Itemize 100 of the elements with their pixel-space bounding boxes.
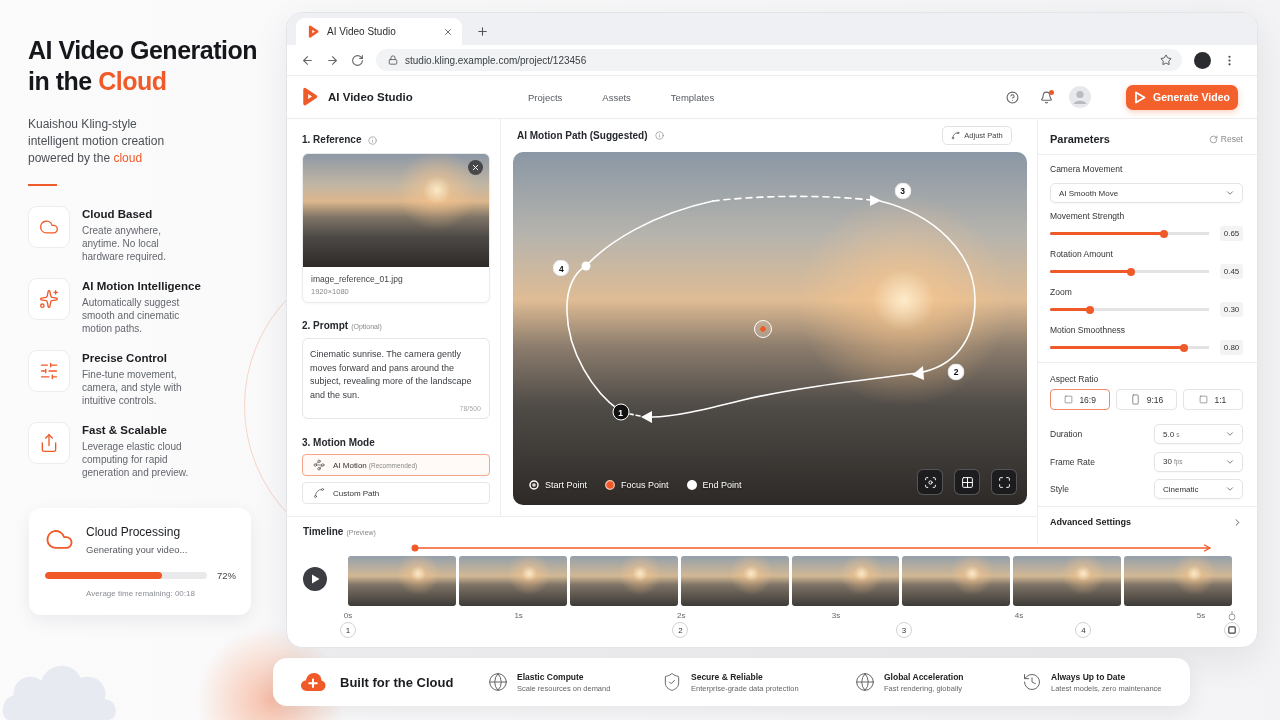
time-remaining: Average time remaining: 00:18	[85, 589, 196, 599]
legend-label: Start Point	[545, 480, 588, 490]
feature-title: Fast & Scalable	[82, 423, 168, 438]
legend-label: End Point	[702, 480, 742, 490]
focus-button[interactable]	[917, 469, 943, 495]
close-icon	[471, 163, 480, 172]
progress-percent: 72%	[217, 570, 236, 581]
slider-value: 0.80	[1220, 340, 1243, 355]
field-label: Rotation Amount	[1050, 249, 1114, 259]
remove-image-button[interactable]	[468, 160, 483, 175]
keyframe-marker[interactable]: 3	[896, 622, 913, 638]
field-label: Zoom	[1050, 287, 1073, 297]
sparkle-icon	[28, 278, 70, 320]
slider-thumb[interactable]	[1179, 343, 1188, 352]
field-label: Duration	[1050, 429, 1083, 439]
camera-movement-select[interactable]: AI Smooth Move	[1050, 183, 1243, 203]
motion-mode-option[interactable]: Custom Path	[302, 482, 490, 504]
field-label: Frame Rate	[1050, 456, 1095, 467]
chevron-down-icon	[1225, 429, 1235, 439]
field-label: Aspect Ratio	[1050, 374, 1100, 384]
browser-tab[interactable]: AI Video Studio	[296, 18, 462, 45]
chevron-down-icon	[1225, 484, 1235, 494]
keyframe-marker[interactable]: 1	[340, 622, 356, 638]
card-title: Cloud Processing	[86, 525, 182, 540]
keyframe-marker[interactable]: 2	[672, 622, 689, 638]
feature-description: Create anywhere, anytime. No local hardware required.	[82, 224, 167, 263]
chevron-down-icon	[1225, 188, 1235, 198]
close-icon[interactable]	[443, 26, 453, 37]
tick-label: 3s	[831, 611, 841, 621]
address-bar[interactable]: studio.kling.example.com/project/123456	[376, 49, 1182, 71]
shield-check-icon	[662, 672, 682, 692]
profile-avatar[interactable]	[1194, 51, 1211, 69]
slider-value: 0.65	[1220, 226, 1243, 241]
page-subtitle: Kuaishou Kling-style intelligent motion creation powered by the cloud	[28, 116, 166, 167]
app-name: AI Video Studio	[328, 91, 413, 103]
bar-item-title: Secure & Reliable	[691, 670, 764, 683]
path-point-marker[interactable]: 4	[552, 259, 570, 277]
advanced-settings-button[interactable]: Advanced Settings	[1050, 507, 1243, 537]
field-label: Motion Smoothness	[1050, 325, 1127, 335]
reset-button[interactable]: Reset	[1208, 134, 1243, 144]
cloud-plus-icon	[300, 671, 326, 693]
dot-icon	[605, 480, 616, 490]
play-icon	[1134, 90, 1147, 104]
bar-item-title: Global Acceleration	[884, 670, 964, 683]
sliders-icon	[28, 350, 70, 392]
fullscreen-button[interactable]	[991, 469, 1017, 495]
portrait-rectangle-icon	[1129, 394, 1141, 405]
help-icon[interactable]	[1006, 90, 1019, 104]
logo-icon	[308, 24, 319, 39]
back-icon[interactable]	[301, 53, 314, 67]
slider-value: 0.30	[1220, 302, 1243, 317]
play-button[interactable]	[303, 567, 327, 591]
bar-title: Built for the Cloud	[340, 674, 454, 690]
path-point-marker[interactable]: 2	[947, 363, 965, 381]
logo-icon	[302, 87, 318, 107]
star-icon[interactable]	[1160, 54, 1172, 66]
fullscreen-icon	[997, 475, 1011, 489]
nav-link[interactable]: Assets	[602, 91, 631, 103]
select-field[interactable]: Cinematic	[1154, 479, 1243, 499]
aspect-ratio-option[interactable]: 16:9	[1050, 389, 1111, 410]
path-icon	[313, 487, 325, 499]
aspect-ratio-option[interactable]: 1:1	[1182, 389, 1243, 410]
nav-link[interactable]: Templates	[670, 91, 715, 103]
reload-icon[interactable]	[351, 53, 364, 67]
nav-link[interactable]: Projects	[528, 91, 563, 103]
bell-icon[interactable]	[1040, 90, 1053, 104]
forward-icon[interactable]	[326, 53, 339, 67]
bar-item-title: Always Up to Date	[1051, 670, 1127, 683]
tick-label: 2s	[677, 611, 686, 621]
feature-description: Fine-tune movement, camera, and style with intuitive controls.	[82, 368, 183, 407]
history-icon	[1022, 672, 1042, 692]
page-title: AI Video Generation in the Cloud	[28, 35, 258, 97]
new-tab-icon[interactable]	[476, 24, 489, 38]
path-icon	[951, 131, 961, 140]
aspect-ratio-option[interactable]: 9:16	[1116, 389, 1177, 410]
bar-item-title: Elastic Compute	[517, 670, 585, 683]
globe-icon	[855, 672, 875, 692]
slider-thumb[interactable]	[1160, 229, 1169, 238]
grid-button[interactable]	[954, 469, 980, 495]
nodes-icon	[313, 459, 325, 471]
slider-thumb[interactable]	[1085, 305, 1094, 314]
end-circle-icon	[1228, 611, 1236, 621]
globe-icon	[488, 672, 508, 692]
keyframe-marker[interactable]: 4	[1075, 622, 1092, 638]
lock-icon	[388, 55, 398, 65]
path-point-marker[interactable]: 1	[612, 403, 630, 421]
slider-thumb[interactable]	[1127, 267, 1136, 276]
stop-icon[interactable]	[1224, 622, 1240, 638]
feature-description: Automatically suggest smooth and cinematic motion paths.	[82, 296, 181, 335]
cloud-icon	[28, 206, 70, 248]
panel-title: Parameters	[1050, 133, 1110, 145]
upload-icon	[28, 422, 70, 464]
play-icon	[310, 574, 320, 584]
square-icon	[1064, 395, 1074, 404]
focus-point-icon[interactable]	[754, 320, 772, 338]
slider-value: 0.45	[1220, 264, 1243, 279]
path-node[interactable]	[581, 261, 591, 271]
tick-label: 1s	[514, 611, 523, 621]
legend-label: Focus Point	[621, 480, 669, 490]
path-point-marker[interactable]: 3	[894, 182, 912, 200]
